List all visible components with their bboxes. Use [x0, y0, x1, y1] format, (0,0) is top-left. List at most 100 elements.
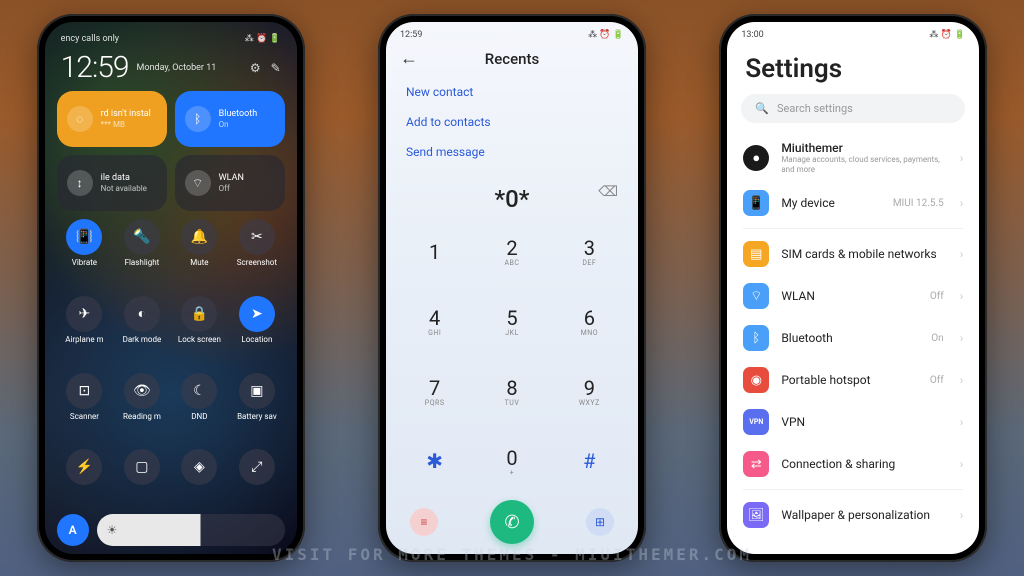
- key-6[interactable]: 6MNO: [551, 287, 628, 357]
- toggle-icon: 👁: [124, 373, 160, 409]
- toggle-label: Screenshot: [237, 258, 277, 267]
- toggle-label: Dark mode: [123, 335, 162, 344]
- bt-icon: ᛒ: [743, 325, 769, 351]
- status-bar: ency calls only ⁂ ⏰ 🔋: [57, 34, 285, 48]
- key-2[interactable]: 2ABC: [473, 217, 550, 287]
- brightness-row: A ☀: [57, 510, 285, 546]
- search-placeholder: Search settings: [777, 102, 853, 115]
- toggle-scanner[interactable]: ⊡Scanner: [57, 373, 113, 446]
- toggle-screenshot[interactable]: ✂Screenshot: [229, 219, 285, 292]
- row-portable-hotspot[interactable]: ◉Portable hotspotOff›: [727, 359, 979, 401]
- tile-storage[interactable]: ◌ rd isn't instal *** MB: [57, 91, 167, 147]
- key-letters: WXYZ: [579, 399, 600, 407]
- tile-bluetooth[interactable]: ᛒ Bluetooth On: [175, 91, 285, 147]
- backspace-icon[interactable]: ⌫: [598, 184, 618, 200]
- row-account[interactable]: ● Miuithemer Manage accounts, cloud serv…: [727, 133, 979, 182]
- row-wallpaper-personalization[interactable]: 🖼Wallpaper & personalization›: [727, 494, 979, 536]
- link-add-to-contacts[interactable]: Add to contacts: [406, 107, 618, 137]
- dialed-number: *0*: [495, 185, 530, 213]
- key-✱[interactable]: ✱: [396, 426, 473, 496]
- quick-toggles-grid: 📳Vibrate🔦Flashlight🔔Mute✂Screenshot ✈Airp…: [57, 219, 285, 510]
- carrier-text: ency calls only: [61, 34, 119, 44]
- menu-button[interactable]: ≡: [410, 508, 438, 536]
- wifi-icon: ⌔: [185, 170, 211, 196]
- row-label: WLAN: [781, 289, 918, 303]
- toggle-airplane-m[interactable]: ✈Airplane m: [57, 296, 113, 369]
- toggle-reading-m[interactable]: 👁 Reading m: [114, 373, 170, 446]
- phone-frame-1: ency calls only ⁂ ⏰ 🔋 12:59 Monday, Octo…: [37, 14, 305, 562]
- tile-title: Bluetooth: [219, 109, 258, 120]
- row-bluetooth[interactable]: ᛒBluetoothOn›: [727, 317, 979, 359]
- toggle-battery-sav[interactable]: ▣Battery sav: [229, 373, 285, 446]
- row-label: VPN: [781, 415, 947, 429]
- settings-gear-icon[interactable]: ⚙: [250, 61, 261, 75]
- key-5[interactable]: 5JKL: [473, 287, 550, 357]
- row-value: MIUI 12.5.5: [893, 198, 944, 209]
- phone-frame-2: 12:59 ⁂ ⏰ 🔋 ← Recents New contact Add to…: [378, 14, 646, 562]
- settings-screen: 13:00 ⁂ ⏰ 🔋 Settings 🔍 Search settings ●…: [727, 22, 979, 554]
- chevron-right-icon: ›: [960, 415, 964, 429]
- link-new-contact[interactable]: New contact: [406, 77, 618, 107]
- keypad: 1 2ABC3DEF 4GHI5JKL6MNO 7PQRS8TUV9WXYZ ✱0+#: [386, 217, 638, 496]
- toggle-mute[interactable]: 🔔Mute: [172, 219, 228, 292]
- header-icons: ⚙ ✎: [250, 61, 281, 75]
- clock: 13:00: [741, 30, 763, 40]
- toggle-flashlight[interactable]: 🔦Flashlight: [114, 219, 170, 292]
- toggle-icon: ⤢: [239, 449, 275, 485]
- row-my-device[interactable]: 📱My deviceMIUI 12.5.5›: [727, 182, 979, 224]
- toggle-extra-12[interactable]: ⚡: [57, 449, 113, 510]
- account-name: Miuithemer: [781, 141, 947, 155]
- toggle-location[interactable]: ➤Location: [229, 296, 285, 369]
- chevron-right-icon: ›: [960, 151, 964, 165]
- toggle-dnd[interactable]: ☾DND: [172, 373, 228, 446]
- link-send-message[interactable]: Send message: [406, 137, 618, 167]
- tile-sub: On: [219, 120, 258, 130]
- key-number: 1: [429, 240, 440, 264]
- row-vpn[interactable]: VPNVPN›: [727, 401, 979, 443]
- toggle-label: Reading m: [123, 412, 161, 421]
- toggle-label: Airplane m: [65, 335, 103, 344]
- search-icon: 🔍: [755, 102, 769, 115]
- toggle-icon: 🔦: [124, 219, 160, 255]
- page-title: Settings: [727, 42, 979, 94]
- sun-icon: ☀: [107, 523, 118, 537]
- clock: 12:59: [61, 50, 129, 85]
- toggle-label: DND: [191, 412, 207, 421]
- dialpad-toggle[interactable]: ⊞: [586, 508, 614, 536]
- key-number: 4: [429, 306, 440, 330]
- watermark: VISIT FOR MORE THEMES - MIUITHEMER.COM: [0, 545, 1024, 564]
- toggle-vibrate[interactable]: 📳Vibrate: [57, 219, 113, 292]
- row-value: Off: [930, 291, 944, 302]
- search-input[interactable]: 🔍 Search settings: [741, 94, 965, 123]
- row-connection-sharing[interactable]: ⇄Connection & sharing›: [727, 443, 979, 485]
- control-center-screen: ency calls only ⁂ ⏰ 🔋 12:59 Monday, Octo…: [45, 22, 297, 554]
- key-3[interactable]: 3DEF: [551, 217, 628, 287]
- key-number: 8: [506, 376, 517, 400]
- toggle-extra-13[interactable]: ▢: [114, 449, 170, 510]
- toggle-lock-screen[interactable]: 🔒Lock screen: [172, 296, 228, 369]
- row-wlan[interactable]: ⌔WLANOff›: [727, 275, 979, 317]
- key-7[interactable]: 7PQRS: [396, 357, 473, 427]
- dialer-screen: 12:59 ⁂ ⏰ 🔋 ← Recents New contact Add to…: [386, 22, 638, 554]
- key-4[interactable]: 4GHI: [396, 287, 473, 357]
- key-0[interactable]: 0+: [473, 426, 550, 496]
- edit-icon[interactable]: ✎: [271, 61, 281, 75]
- tile-sub: Not available: [101, 184, 147, 194]
- row-sim-cards-mobile-networks[interactable]: ▤SIM cards & mobile networks›: [727, 233, 979, 275]
- row-label: My device: [781, 196, 881, 210]
- wlan-icon: ⌔: [743, 283, 769, 309]
- toggle-dark-mode[interactable]: ◐Dark mode: [114, 296, 170, 369]
- auto-brightness-button[interactable]: A: [57, 514, 89, 546]
- key-8[interactable]: 8TUV: [473, 357, 550, 427]
- toggle-extra-15[interactable]: ⤢: [229, 449, 285, 510]
- brightness-slider[interactable]: ☀: [97, 514, 285, 546]
- toggle-extra-14[interactable]: ◈: [172, 449, 228, 510]
- tile-wlan[interactable]: ⌔ WLAN Off: [175, 155, 285, 211]
- key-#[interactable]: #: [551, 426, 628, 496]
- toggle-label: Location: [241, 335, 272, 344]
- call-button[interactable]: ✆: [490, 500, 534, 544]
- key-1[interactable]: 1: [396, 217, 473, 287]
- tile-mobile-data[interactable]: ↕ ile data Not available: [57, 155, 167, 211]
- key-9[interactable]: 9WXYZ: [551, 357, 628, 427]
- key-letters: JKL: [505, 329, 519, 337]
